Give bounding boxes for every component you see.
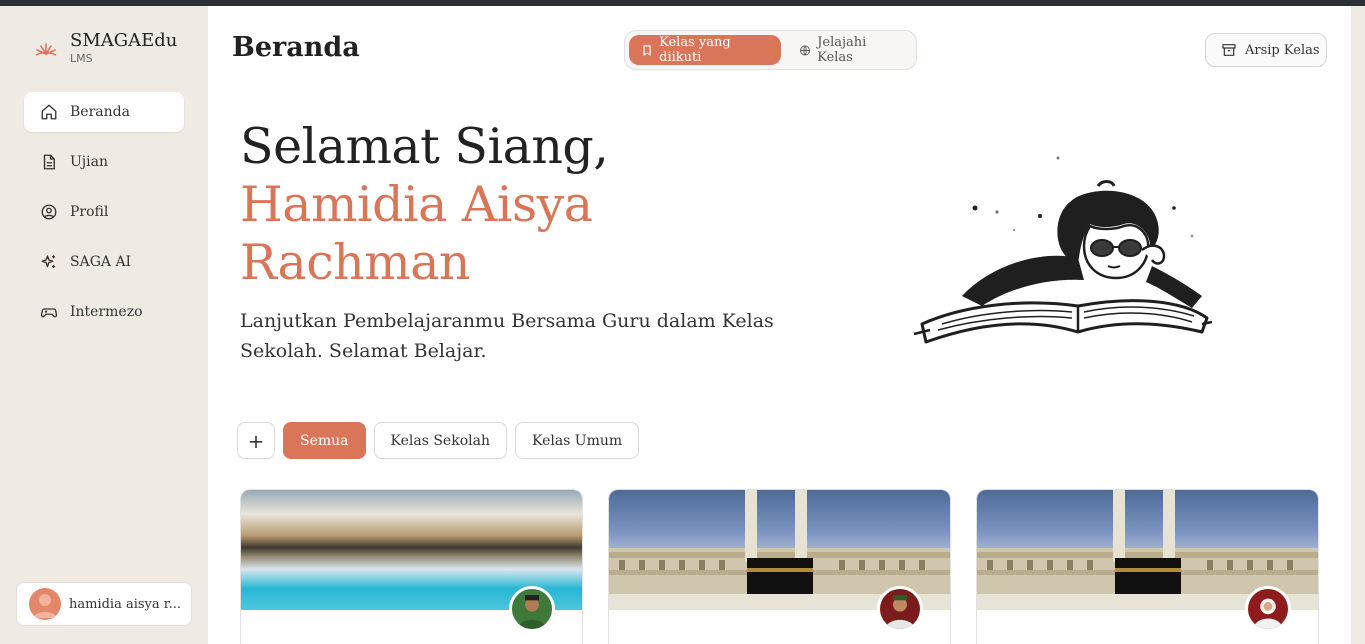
- teacher-avatar: [877, 586, 923, 632]
- user-avatar-icon: [33, 594, 57, 618]
- main-content: Beranda Kelas yang diikuti Jelajahi Kela…: [208, 6, 1351, 644]
- add-class-button[interactable]: +: [237, 422, 275, 459]
- sidebar: SMAGAEdu LMS Beranda Ujian Profil SAGA A…: [0, 6, 208, 644]
- sidebar-item-label: SAGA AI: [70, 254, 132, 270]
- gamepad-icon: [40, 308, 58, 318]
- sidebar-item-profil[interactable]: Profil: [24, 192, 184, 232]
- student-name-line2: Rachman: [240, 234, 470, 291]
- reading-student-illustration: [913, 156, 1212, 344]
- document-icon: [43, 154, 55, 170]
- brand-name: SMAGAEdu: [70, 30, 178, 51]
- teacher-avatar: [1245, 586, 1291, 632]
- sparkles-icon: [41, 255, 55, 268]
- teacher-avatar-icon: [1248, 589, 1288, 629]
- archive-label: Arsip Kelas: [1245, 42, 1320, 58]
- class-view-switcher: Kelas yang diikuti Jelajahi Kelas: [624, 30, 917, 70]
- greeting-text: Selamat Siang,: [240, 118, 609, 175]
- brand-subtitle: LMS: [70, 52, 93, 65]
- teacher-avatar: [509, 586, 555, 632]
- hero-subtext: Lanjutkan Pembelajaranmu Bersama Guru da…: [240, 310, 774, 362]
- bookmark-icon: [643, 44, 651, 56]
- filter-kelas-umum[interactable]: Kelas Umum: [514, 422, 640, 459]
- class-card-grid: [240, 489, 1319, 644]
- sidebar-item-saga-ai[interactable]: SAGA AI: [24, 242, 184, 282]
- globe-icon: [800, 45, 811, 55]
- user-name: hamidia aisya r...: [69, 596, 181, 612]
- brand-logo-icon: [35, 43, 57, 56]
- greeting-block: Selamat Siang, Hamidia Aisya Rachman: [240, 118, 609, 292]
- class-card[interactable]: [976, 489, 1319, 644]
- filter-semua[interactable]: Semua: [283, 422, 366, 459]
- sidebar-item-label: Intermezo: [70, 304, 143, 320]
- sidebar-item-label: Beranda: [70, 104, 130, 120]
- sidebar-nav: Beranda Ujian Profil SAGA AI Intermezo: [24, 92, 184, 342]
- sidebar-item-ujian[interactable]: Ujian: [24, 142, 184, 182]
- tab-label: Kelas yang diikuti: [659, 35, 731, 65]
- class-card[interactable]: [240, 489, 583, 644]
- app-shell: SMAGAEdu LMS Beranda Ujian Profil SAGA A…: [0, 6, 1365, 644]
- avatar: [29, 588, 61, 620]
- teacher-avatar-icon: [512, 589, 552, 629]
- user-circle-icon: [41, 204, 57, 220]
- class-filters: + Semua Kelas Sekolah Kelas Umum: [237, 422, 640, 459]
- home-icon: [41, 104, 57, 120]
- sidebar-item-label: Profil: [70, 204, 109, 220]
- sidebar-item-beranda[interactable]: Beranda: [24, 92, 184, 132]
- class-card[interactable]: [608, 489, 951, 644]
- user-profile-card[interactable]: hamidia aisya r...: [16, 582, 192, 626]
- brand[interactable]: SMAGAEdu LMS: [34, 30, 177, 66]
- tab-kelas-diikuti[interactable]: Kelas yang diikuti: [629, 35, 782, 65]
- page-title: Beranda: [232, 32, 360, 63]
- archive-button[interactable]: Arsip Kelas: [1205, 33, 1327, 67]
- sidebar-item-intermezo[interactable]: Intermezo: [24, 292, 184, 332]
- tab-label: Jelajahi Kelas: [817, 35, 867, 65]
- teacher-avatar-icon: [880, 589, 920, 629]
- archive-icon: [1222, 44, 1236, 56]
- tab-jelajahi-kelas[interactable]: Jelajahi Kelas: [787, 35, 912, 65]
- filter-kelas-sekolah[interactable]: Kelas Sekolah: [373, 422, 507, 459]
- student-name-line1: Hamidia Aisya: [240, 176, 593, 233]
- sidebar-item-label: Ujian: [70, 154, 108, 170]
